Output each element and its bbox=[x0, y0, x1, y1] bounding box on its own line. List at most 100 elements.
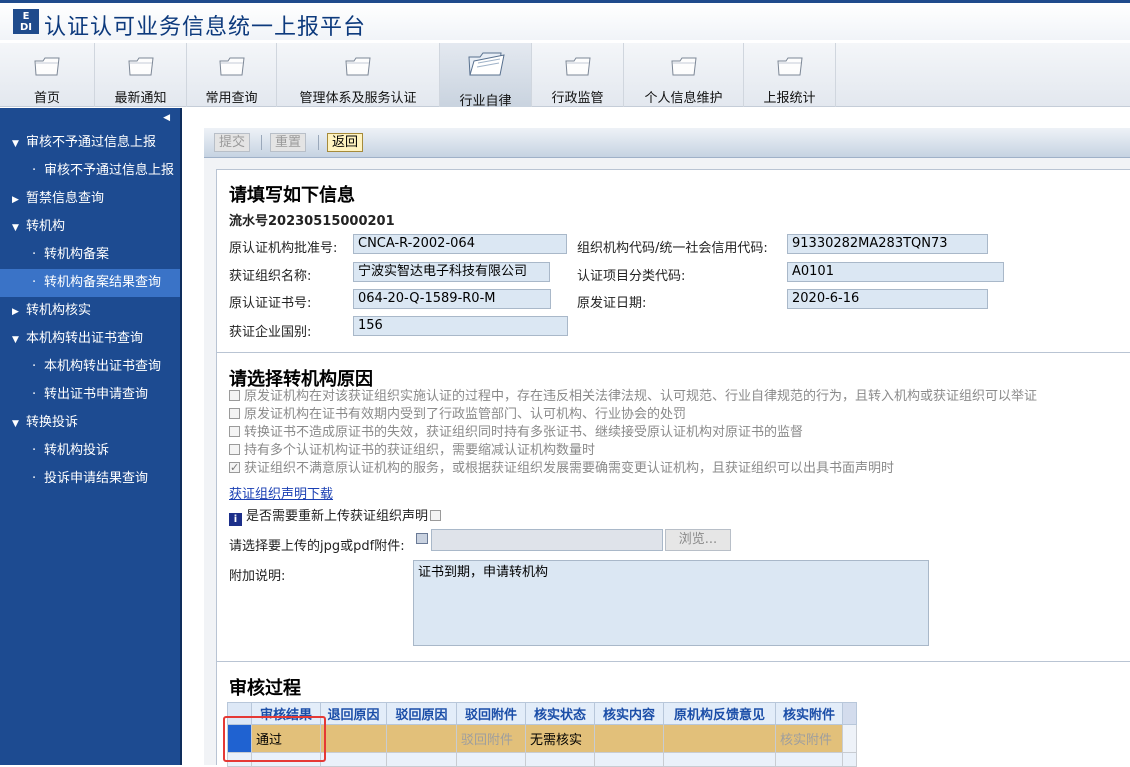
nav-home[interactable]: 首页 bbox=[0, 43, 95, 107]
checkbox[interactable] bbox=[229, 426, 240, 437]
reason-option[interactable]: 原发证机构在对该获证组织实施认证的过程中，存在违反相关法律法规、认可规范、行业自… bbox=[229, 388, 1037, 406]
nav-industry-self-discipline[interactable]: 行业自律 bbox=[440, 43, 532, 109]
nav-common-query-label: 常用查询 bbox=[205, 91, 258, 106]
note-textarea[interactable]: 证书到期，申请转机构 bbox=[413, 560, 929, 646]
chevron-down-icon: ▼ bbox=[12, 335, 19, 345]
sidebar-item-label: 转机构备案结果查询 bbox=[44, 275, 162, 290]
sidebar-item-audit-rejection-report[interactable]: · 审核不予通过信息上报 bbox=[0, 157, 180, 185]
open-folder-icon bbox=[467, 52, 505, 76]
highlight-annotation bbox=[223, 716, 326, 762]
folder-icon bbox=[670, 57, 697, 76]
table-cell: 无需核实 bbox=[525, 724, 595, 753]
sidebar-item-label: 审核不予通过信息上报 bbox=[44, 163, 175, 178]
browse-button[interactable]: 浏览... bbox=[665, 529, 731, 551]
chevron-down-icon: ▼ bbox=[12, 419, 19, 429]
scroll-up-button[interactable] bbox=[842, 702, 857, 725]
nav-administrative-supervision[interactable]: 行政监管 bbox=[532, 43, 624, 107]
table-cell bbox=[456, 752, 526, 767]
sidebar-group-complaint[interactable]: ▼ 转换投诉 bbox=[0, 409, 180, 437]
reason-option-text: 原发证机构在对该获证组织实施认证的过程中，存在违反相关法律法规、认可规范、行业自… bbox=[244, 389, 1038, 404]
serial-number: 流水号20230515000201 bbox=[229, 214, 395, 229]
table-cell bbox=[386, 752, 457, 767]
sidebar-item-complaint-result[interactable]: · 投诉申请结果查询 bbox=[0, 465, 180, 493]
collapse-sidebar-icon[interactable]: ◀ bbox=[163, 113, 170, 123]
verify-attachment-link[interactable]: 核实附件 bbox=[775, 724, 843, 753]
column-header[interactable]: 原机构反馈意见 bbox=[663, 702, 776, 725]
reject-attachment-link[interactable]: 驳回附件 bbox=[456, 724, 526, 753]
declaration-download-link[interactable]: 获证组织声明下载 bbox=[229, 483, 333, 502]
org-name-field: 宁波实智达电子科技有限公司 bbox=[353, 262, 550, 282]
bullet-icon: · bbox=[32, 247, 37, 262]
sidebar-group-outgoing-cert[interactable]: ▼ 本机构转出证书查询 bbox=[0, 325, 180, 353]
column-header[interactable]: 核实内容 bbox=[594, 702, 664, 725]
reupload-checkbox[interactable] bbox=[430, 510, 442, 521]
sidebar-group-suspension-query[interactable]: ▶ 暂禁信息查询 bbox=[0, 185, 180, 213]
reason-option[interactable]: 获证组织不满意原认证机构的服务，或根据获证组织发展需要确需变更认证机构，且获证组… bbox=[229, 459, 894, 478]
folder-icon bbox=[127, 57, 154, 76]
table-cell bbox=[594, 724, 664, 753]
main-content: 提交 重置 返回 请填写如下信息 流水号20230515000201 原认证机构… bbox=[204, 128, 1130, 767]
sidebar-item-transfer-filing-result[interactable]: · 转机构备案结果查询 bbox=[0, 269, 180, 297]
table-cell bbox=[775, 752, 843, 767]
country-label: 获证企业国别: bbox=[229, 325, 312, 340]
sidebar-item-label: 转机构备案 bbox=[44, 247, 110, 262]
table-cell bbox=[842, 752, 857, 767]
checkbox[interactable] bbox=[229, 444, 240, 455]
sidebar-group-audit-rejection[interactable]: ▼ 审核不予通过信息上报 bbox=[0, 129, 180, 157]
scrollbar-track[interactable] bbox=[842, 724, 857, 753]
sidebar-item-label: 转机构投诉 bbox=[44, 443, 110, 458]
toolbar-divider bbox=[318, 135, 319, 150]
sidebar-item-transfer-complaint[interactable]: · 转机构投诉 bbox=[0, 437, 180, 465]
column-header[interactable]: 驳回原因 bbox=[386, 702, 457, 725]
reason-option-text: 原发证机构在证书有效期内受到了行政监管部门、认可机构、行业协会的处罚 bbox=[244, 407, 687, 422]
nav-common-query[interactable]: 常用查询 bbox=[187, 43, 277, 107]
reset-button[interactable]: 重置 bbox=[270, 133, 307, 152]
chevron-right-icon: ▶ bbox=[12, 195, 19, 205]
table-cell bbox=[663, 752, 776, 767]
bullet-icon: · bbox=[32, 163, 37, 178]
column-header[interactable]: 驳回附件 bbox=[456, 702, 526, 725]
sidebar-item-outgoing-application-query[interactable]: · 转出证书申请查询 bbox=[0, 381, 180, 409]
checkbox[interactable] bbox=[229, 408, 240, 419]
reason-option[interactable]: 原发证机构在证书有效期内受到了行政监管部门、认可机构、行业协会的处罚 bbox=[229, 406, 686, 424]
folder-icon bbox=[776, 57, 803, 76]
orig-approval-field: CNCA-R-2002-064 bbox=[353, 234, 567, 254]
upload-file-input[interactable] bbox=[431, 529, 663, 551]
table-cell bbox=[320, 724, 387, 753]
nav-administrative-supervision-label: 行政监管 bbox=[551, 91, 604, 106]
sidebar-group-transfer-verify[interactable]: ▶ 转机构核实 bbox=[0, 297, 180, 325]
nav-management-system[interactable]: 管理体系及服务认证 bbox=[277, 43, 440, 107]
category-label: 认证项目分类代码: bbox=[577, 269, 686, 284]
checkbox-checked[interactable] bbox=[229, 459, 240, 477]
reason-option[interactable]: 转换证书不造成原证书的失效，获证组织同时持有多张证书、继续接受原认证机构对原证书… bbox=[229, 424, 803, 442]
bullet-icon: · bbox=[32, 359, 37, 374]
reason-option[interactable]: 持有多个认证机构证书的获证组织，需要缩减认证机构数量时 bbox=[229, 442, 595, 460]
toolbar-divider bbox=[261, 135, 262, 150]
orig-approval-label: 原认证机构批准号: bbox=[229, 241, 338, 256]
checkbox[interactable] bbox=[229, 390, 240, 401]
nav-management-system-label: 管理体系及服务认证 bbox=[299, 91, 417, 106]
title-bar: E DI 认证认可业务信息统一上报平台 bbox=[0, 0, 1130, 40]
country-field: 156 bbox=[353, 316, 568, 336]
back-button[interactable]: 返回 bbox=[327, 133, 364, 152]
bullet-icon: · bbox=[32, 443, 37, 458]
chevron-right-icon: ▶ bbox=[12, 307, 19, 317]
issue-date-field: 2020-6-16 bbox=[787, 289, 988, 309]
nav-personal-info[interactable]: 个人信息维护 bbox=[624, 43, 744, 107]
sidebar-item-transfer-filing[interactable]: · 转机构备案 bbox=[0, 241, 180, 269]
nav-latest-notice[interactable]: 最新通知 bbox=[95, 43, 187, 107]
sidebar-item-label: 转换投诉 bbox=[26, 415, 79, 430]
sidebar-group-transfer[interactable]: ▼ 转机构 bbox=[0, 213, 180, 241]
column-header[interactable]: 退回原因 bbox=[320, 702, 387, 725]
column-header[interactable]: 核实状态 bbox=[525, 702, 595, 725]
column-header[interactable]: 核实附件 bbox=[775, 702, 843, 725]
sidebar-item-outgoing-cert-query[interactable]: · 本机构转出证书查询 bbox=[0, 353, 180, 381]
submit-button[interactable]: 提交 bbox=[214, 133, 251, 152]
nav-report-statistics[interactable]: 上报统计 bbox=[744, 43, 836, 107]
table-cell bbox=[594, 752, 664, 767]
reason-panel: 请选择转机构原因 原发证机构在对该获证组织实施认证的过程中，存在违反相关法律法规… bbox=[216, 352, 1130, 662]
table-cell bbox=[386, 724, 457, 753]
table-cell bbox=[525, 752, 595, 767]
table-cell bbox=[320, 752, 387, 767]
reupload-label: 是否需要重新上传获证组织声明 bbox=[246, 509, 429, 524]
